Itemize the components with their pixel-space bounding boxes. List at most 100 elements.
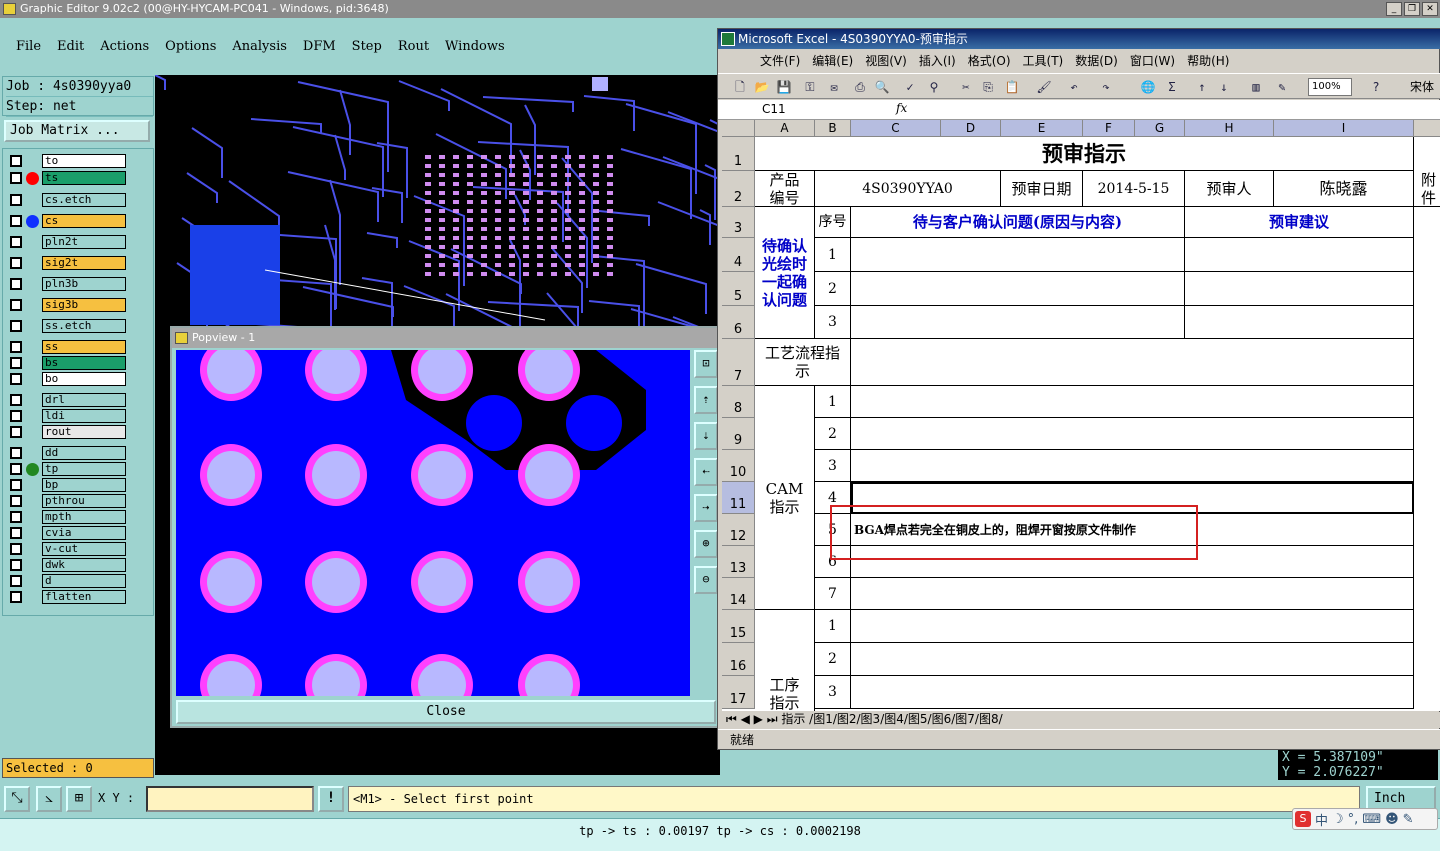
hyperlink-icon[interactable]: 🌐	[1140, 79, 1156, 95]
xy-input[interactable]	[146, 786, 314, 812]
layer-checkbox[interactable]	[10, 495, 22, 507]
col-header-b[interactable]: B	[815, 120, 851, 137]
minimize-icon[interactable]: _	[1386, 2, 1402, 16]
layer-checkbox[interactable]	[10, 194, 22, 206]
menu-windows[interactable]: Windows	[437, 39, 513, 54]
ime-moon-icon[interactable]: ☽	[1332, 812, 1344, 827]
layer-checkbox[interactable]	[10, 447, 22, 459]
layer-name[interactable]: to	[42, 154, 126, 168]
confirm-group-label[interactable]: 待确认光绘时一起确认问题	[755, 207, 815, 339]
layer-name[interactable]: v-cut	[42, 542, 126, 556]
layer-checkbox[interactable]	[10, 479, 22, 491]
layer-name[interactable]: bs	[42, 356, 126, 370]
ime-punct-icon[interactable]: °,	[1348, 812, 1359, 827]
layer-row-ss.etch[interactable]: ss.etch	[8, 319, 126, 333]
layer-checkbox[interactable]	[10, 426, 22, 438]
cam-row-2[interactable]: 2	[815, 418, 851, 450]
layer-row-bp[interactable]: bp	[8, 478, 126, 492]
zoom-home-icon[interactable]: ⊡	[694, 350, 718, 378]
layer-checkbox[interactable]	[10, 511, 22, 523]
layer-name[interactable]: ldi	[42, 409, 126, 423]
layer-row-v-cut[interactable]: v-cut	[8, 542, 126, 556]
layer-checkbox[interactable]	[10, 575, 22, 587]
row-header-1[interactable]: 1	[722, 137, 755, 171]
cam-label[interactable]: CAM指示	[755, 386, 815, 610]
layer-row-cs[interactable]: cs	[8, 214, 126, 228]
layer-row-pthrou[interactable]: pthrou	[8, 494, 126, 508]
tab-scroll-icon[interactable]: ⏮ ◀ ▶ ⏭	[722, 712, 778, 726]
research-icon[interactable]: ⚲	[926, 79, 942, 95]
chart-wizard-icon[interactable]: ▥	[1248, 79, 1264, 95]
col-header-i[interactable]: I	[1274, 120, 1414, 137]
ime-user-icon[interactable]: ☻	[1385, 812, 1399, 827]
select-all-corner[interactable]	[722, 120, 755, 137]
pan-left-icon[interactable]: ⇠	[694, 458, 718, 486]
layer-row-dd[interactable]: dd	[8, 446, 126, 460]
proc-row-3[interactable]: 3	[815, 676, 851, 709]
process-flow-cell[interactable]	[851, 339, 1414, 386]
layer-name[interactable]: flatten	[42, 590, 126, 604]
confirm-header[interactable]: 待与客户确认问题(原因与内容)	[851, 207, 1185, 238]
format-painter-icon[interactable]: 🖌	[1036, 79, 1052, 95]
spelling-icon[interactable]: ✓	[902, 79, 918, 95]
print-icon[interactable]: ⎙	[852, 79, 868, 95]
cam-cell[interactable]	[851, 450, 1414, 482]
layer-row-to[interactable]: to	[8, 154, 126, 168]
menu-actions[interactable]: Actions	[92, 39, 157, 54]
xl-menu-tools[interactable]: 工具(T)	[1017, 52, 1070, 69]
xl-menu-window[interactable]: 窗口(W)	[1124, 52, 1181, 69]
layer-row-tp[interactable]: tp	[8, 462, 126, 476]
menu-step[interactable]: Step	[344, 39, 390, 54]
fx-icon[interactable]: fx	[896, 101, 907, 115]
xl-menu-file[interactable]: 文件(F)	[754, 52, 806, 69]
layer-name[interactable]: mpth	[42, 510, 126, 524]
layer-row-bs[interactable]: bs	[8, 356, 126, 370]
ime-toolbar[interactable]: S 中 ☽ °, ⌨ ☻ ✎	[1292, 808, 1438, 830]
layer-name[interactable]: bo	[42, 372, 126, 386]
xl-menu-data[interactable]: 数据(D)	[1069, 52, 1124, 69]
open-icon[interactable]: 📂	[754, 79, 770, 95]
layer-checkbox[interactable]	[10, 410, 22, 422]
proc-row-2[interactable]: 2	[815, 643, 851, 676]
confirm-cell[interactable]	[851, 272, 1185, 306]
proc-cell[interactable]	[851, 676, 1414, 709]
layer-name[interactable]: ss.etch	[42, 319, 126, 333]
advice-cell[interactable]	[1185, 306, 1414, 339]
col-header-j[interactable]	[1414, 120, 1440, 137]
undo-icon[interactable]: ↶	[1066, 79, 1082, 95]
zoom-in-icon[interactable]: ⊕	[694, 530, 718, 558]
layer-checkbox[interactable]	[10, 172, 22, 184]
menu-analysis[interactable]: Analysis	[224, 39, 295, 54]
email-icon[interactable]: ✉	[826, 79, 842, 95]
process-flow-label[interactable]: 工艺流程指示	[755, 339, 851, 386]
popview-canvas[interactable]	[176, 350, 690, 696]
copy-icon[interactable]: ⎘	[980, 79, 996, 95]
cam-cell[interactable]	[851, 578, 1414, 610]
layer-name[interactable]: pthrou	[42, 494, 126, 508]
advice-header[interactable]: 预审建议	[1185, 207, 1414, 238]
menu-edit[interactable]: Edit	[49, 39, 92, 54]
save-icon[interactable]: 💾	[776, 79, 792, 95]
layer-checkbox[interactable]	[10, 527, 22, 539]
row-header-10[interactable]: 10	[722, 450, 755, 482]
confirm-row-3[interactable]: 3	[815, 306, 851, 339]
row-header-2[interactable]: 2	[722, 171, 755, 207]
xl-menu-view[interactable]: 视图(V)	[859, 52, 913, 69]
row-header-7[interactable]: 7	[722, 339, 755, 386]
layer-name[interactable]: d	[42, 574, 126, 588]
layer-checkbox[interactable]	[10, 155, 22, 167]
row-header-14[interactable]: 14	[722, 578, 755, 610]
confirm-cell[interactable]	[851, 238, 1185, 272]
layer-checkbox[interactable]	[10, 320, 22, 332]
layer-row-ldi[interactable]: ldi	[8, 409, 126, 423]
row-header-11[interactable]: 11	[722, 482, 755, 514]
advice-cell[interactable]	[1185, 272, 1414, 306]
layer-name[interactable]: ts	[42, 171, 126, 185]
layer-name[interactable]: cs.etch	[42, 193, 126, 207]
col-header-h[interactable]: H	[1185, 120, 1274, 137]
layer-name[interactable]: pln2t	[42, 235, 126, 249]
confirm-row-2[interactable]: 2	[815, 272, 851, 306]
layer-checkbox[interactable]	[10, 341, 22, 353]
popview-close-button[interactable]: Close	[176, 700, 716, 724]
product-number[interactable]: 4S0390YYA0	[815, 171, 1001, 207]
